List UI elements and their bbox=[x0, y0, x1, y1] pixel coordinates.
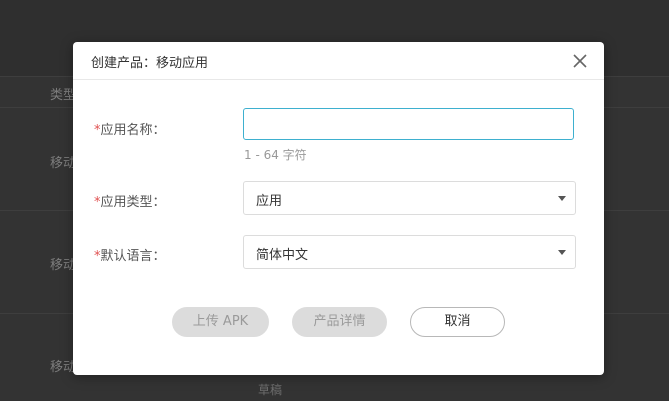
upload-apk-button[interactable]: 上传 APK bbox=[172, 307, 269, 337]
app-type-label-text: 应用类型： bbox=[100, 195, 166, 210]
default-language-value: 简体中文 bbox=[256, 248, 309, 263]
app-type-label: *应用类型： bbox=[94, 191, 166, 210]
default-language-label-text: 默认语言： bbox=[100, 249, 166, 264]
dialog-title: 创建产品：移动应用 bbox=[91, 56, 209, 71]
default-language-label: *默认语言： bbox=[94, 245, 166, 264]
app-type-select[interactable]: 应用 bbox=[243, 181, 576, 215]
close-icon[interactable] bbox=[572, 53, 588, 69]
app-name-input[interactable] bbox=[243, 108, 574, 140]
default-language-select[interactable]: 简体中文 bbox=[243, 235, 576, 269]
app-name-hint: 1 - 64 字符 bbox=[244, 148, 307, 162]
chevron-down-icon bbox=[558, 250, 566, 255]
create-product-dialog: 创建产品：移动应用 *应用名称： 1 - 64 字符 *应用类型： 应用 *默认… bbox=[73, 42, 604, 375]
cancel-button[interactable]: 取消 bbox=[410, 307, 505, 337]
app-name-label: *应用名称： bbox=[94, 119, 166, 138]
dialog-header: 创建产品：移动应用 bbox=[73, 42, 604, 80]
app-name-label-text: 应用名称： bbox=[100, 123, 166, 138]
chevron-down-icon bbox=[558, 196, 566, 201]
status-text: 草稿 bbox=[258, 383, 283, 397]
app-type-value: 应用 bbox=[256, 194, 283, 209]
product-details-button[interactable]: 产品详情 bbox=[292, 307, 387, 337]
